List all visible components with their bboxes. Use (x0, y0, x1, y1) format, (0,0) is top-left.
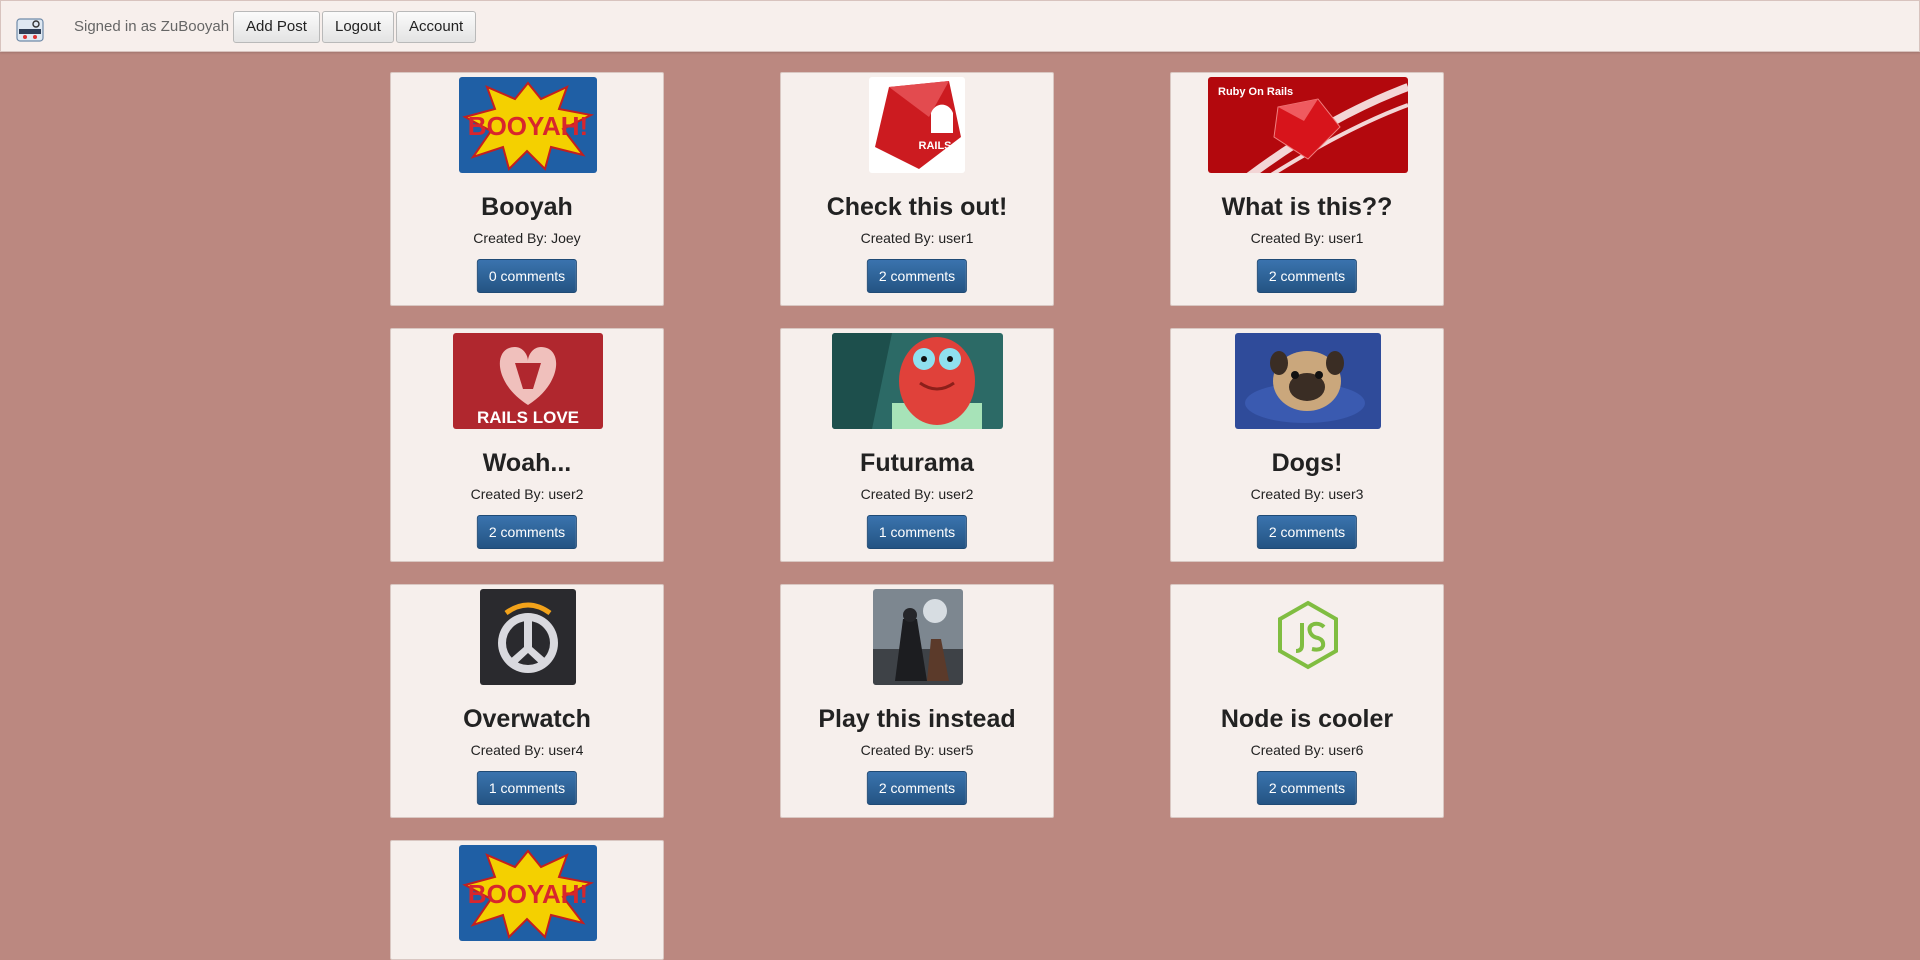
post-card: RAILS Check this out! Created By: user1 … (780, 72, 1054, 306)
top-navbar: Signed in as ZuBooyah Add Post Logout Ac… (0, 0, 1920, 52)
post-title[interactable]: Overwatch (391, 705, 663, 734)
svg-text:BOOYAH!: BOOYAH! (468, 879, 588, 909)
post-author: Created By: user1 (860, 230, 974, 246)
add-post-button[interactable]: Add Post (233, 11, 320, 43)
post-card: Overwatch Created By: user4 1 comments (390, 584, 664, 818)
post-card: RAILS LOVE Woah... Created By: user2 2 c… (390, 328, 664, 562)
booyah-image: BOOYAH! (459, 845, 597, 941)
comments-button[interactable]: 0 comments (476, 259, 578, 293)
nodejs-logo-image (1268, 589, 1348, 685)
comments-button[interactable]: 1 comments (866, 515, 968, 549)
post-title[interactable]: What is this?? (1171, 193, 1443, 222)
rails-ruby-image: RAILS (869, 77, 965, 173)
post-card: Node is cooler Created By: user6 2 comme… (1170, 584, 1444, 818)
ruby-on-rails-image-text: Ruby On Rails (1218, 86, 1293, 98)
post-card: Futurama Created By: user2 1 comments (780, 328, 1054, 562)
rails-love-image-text: RAILS LOVE (477, 408, 579, 427)
post-card: Dogs! Created By: user3 2 comments (1170, 328, 1444, 562)
overwatch-logo-image (480, 589, 576, 685)
app-logo-icon[interactable] (16, 15, 44, 43)
booyah-image: BOOYAH! (459, 77, 597, 173)
comments-button[interactable]: 2 comments (1256, 771, 1358, 805)
post-image-overwatch[interactable] (480, 589, 576, 685)
post-image-dog[interactable] (1235, 333, 1381, 429)
svg-text:BOOYAH!: BOOYAH! (468, 111, 588, 141)
post-author: Created By: user2 (860, 486, 974, 502)
comments-button[interactable]: 2 comments (1256, 259, 1358, 293)
post-author: Created By: user6 (1250, 742, 1364, 758)
post-image-booyah[interactable]: BOOYAH! (459, 845, 597, 941)
post-image-ruby-on-rails[interactable]: Ruby On Rails (1208, 77, 1408, 173)
post-image-destiny[interactable] (873, 589, 963, 685)
post-author: Created By: user2 (470, 486, 584, 502)
destiny-game-image (873, 589, 963, 685)
post-image-futurama[interactable] (832, 333, 1003, 429)
post-author: Created By: user3 (1250, 486, 1364, 502)
post-title[interactable]: Check this out! (781, 193, 1053, 222)
comments-button[interactable]: 1 comments (476, 771, 578, 805)
ruby-on-rails-image: Ruby On Rails (1208, 77, 1408, 173)
rails-love-image: RAILS LOVE (453, 333, 603, 429)
post-card: BOOYAH! Booyah Created By: Joey 0 commen… (390, 72, 664, 306)
post-card: Ruby On Rails What is this?? Created By:… (1170, 72, 1444, 306)
post-title[interactable]: Woah... (391, 449, 663, 478)
post-image-rails-logo[interactable]: RAILS (869, 77, 965, 173)
post-author: Created By: user4 (470, 742, 584, 758)
futurama-zoidberg-image (832, 333, 1003, 429)
comments-button[interactable]: 2 comments (866, 771, 968, 805)
post-card: Play this instead Created By: user5 2 co… (780, 584, 1054, 818)
post-author: Created By: Joey (473, 230, 581, 246)
signed-in-label: Signed in as ZuBooyah (74, 18, 230, 35)
pug-image (1235, 333, 1381, 429)
post-title[interactable]: Futurama (781, 449, 1053, 478)
post-title[interactable]: Dogs! (1171, 449, 1443, 478)
post-card: BOOYAH! (390, 840, 664, 960)
svg-text:RAILS: RAILS (919, 140, 952, 152)
comments-button[interactable]: 2 comments (1256, 515, 1358, 549)
post-image-rails-love[interactable]: RAILS LOVE (453, 333, 603, 429)
post-title[interactable]: Booyah (391, 193, 663, 222)
post-author: Created By: user1 (1250, 230, 1364, 246)
post-title[interactable]: Play this instead (781, 705, 1053, 734)
post-image-booyah[interactable]: BOOYAH! (459, 77, 597, 173)
logout-button[interactable]: Logout (322, 11, 394, 43)
post-image-nodejs[interactable] (1268, 589, 1348, 685)
post-title[interactable]: Node is cooler (1171, 705, 1443, 734)
comments-button[interactable]: 2 comments (866, 259, 968, 293)
comments-button[interactable]: 2 comments (476, 515, 578, 549)
post-author: Created By: user5 (860, 742, 974, 758)
account-button[interactable]: Account (396, 11, 477, 43)
